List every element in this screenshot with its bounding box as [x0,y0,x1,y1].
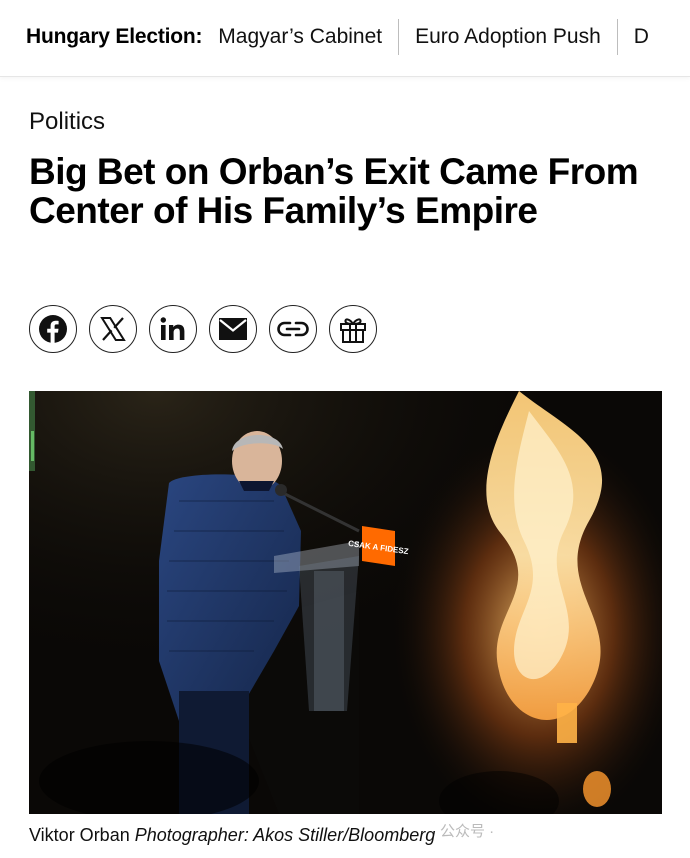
orban-speech-image: CSAK A FIDESZ [29,391,662,814]
watermark-text: 公众号 · [440,823,495,840]
topic-navigation-bar: Hungary Election: Magyar’s Cabinet Euro … [0,0,690,77]
email-icon [219,318,247,340]
lead-photo: CSAK A FIDESZ [29,391,662,814]
topic-label: Hungary Election: [26,25,203,48]
share-linkedin-button[interactable] [149,305,197,353]
linkedin-icon [160,317,185,340]
article-headline: Big Bet on Orban’s Exit Came From Center… [29,151,639,231]
share-facebook-button[interactable] [29,305,77,353]
nav-link-euro-adoption-push[interactable]: Euro Adoption Push [399,19,618,55]
copy-link-button[interactable] [269,305,317,353]
share-email-button[interactable] [209,305,257,353]
section-kicker[interactable]: Politics [29,108,105,136]
share-x-button[interactable] [89,305,137,353]
caption-credit: Photographer: Akos Stiller/Bloomberg [134,825,436,845]
photo-caption: Viktor Orban Photographer: Akos Stiller/… [29,825,435,846]
gift-article-button[interactable] [329,305,377,353]
x-icon [100,317,126,341]
gift-icon [340,318,366,343]
topic-navigation-row: Hungary Election: Magyar’s Cabinet Euro … [26,19,665,55]
wechat-watermark: 公众号 · [440,820,494,841]
nav-link-next-truncated[interactable]: D [618,19,665,55]
link-icon [277,321,309,337]
facebook-icon [39,315,67,343]
share-buttons [29,305,389,353]
nav-link-magyars-cabinet[interactable]: Magyar’s Cabinet [218,19,400,55]
caption-subject: Viktor Orban [29,825,130,845]
